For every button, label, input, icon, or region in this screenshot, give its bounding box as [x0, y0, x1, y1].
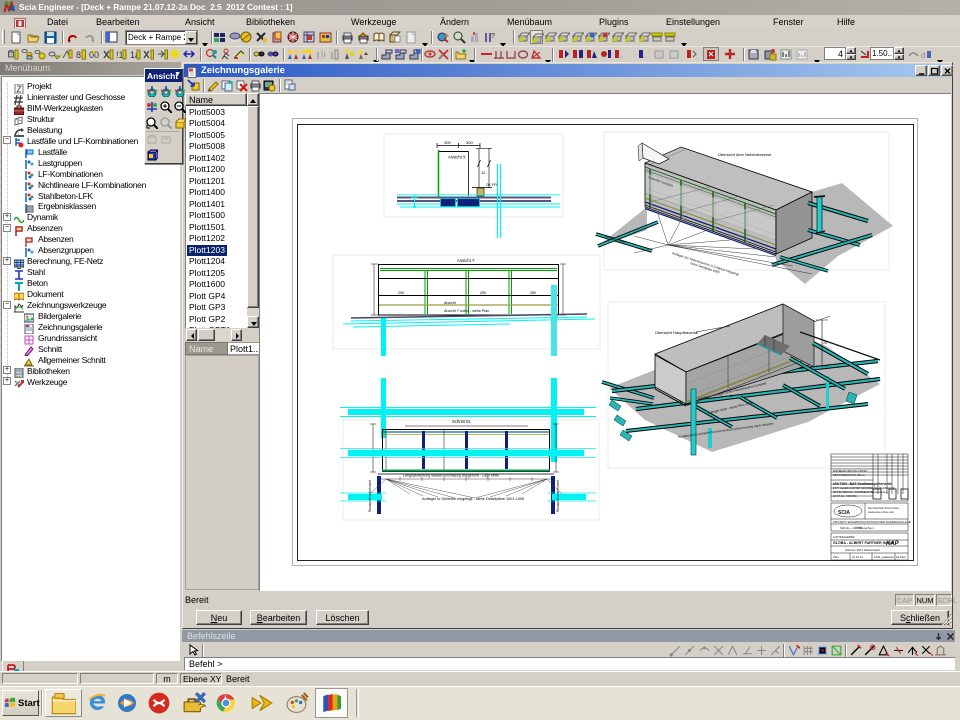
- svg-text:Ansicht X: Ansicht X: [448, 155, 466, 160]
- svg-text:Übersicht über Nebentraverse: Übersicht über Nebentraverse: [718, 152, 772, 157]
- svg-text:Übersicht Haupttraverse: Übersicht Haupttraverse: [655, 330, 699, 335]
- svg-text:!1: !1: [116, 50, 124, 60]
- svg-text:.: .: [620, 53, 622, 60]
- svg-text:250: 250: [398, 291, 404, 295]
- svg-text:GLOBA - ALBERT PARTNER GmbH: GLOBA - ALBERT PARTNER GmbH: [833, 541, 894, 545]
- svg-text:1203_mjakulore: 1203_mjakulore: [874, 555, 894, 559]
- svg-text:d: d: [921, 51, 925, 60]
- svg-text:KAP: KAP: [886, 541, 900, 547]
- svg-text:250: 250: [480, 291, 486, 295]
- svg-text:300: 300: [444, 140, 451, 145]
- svg-text:22.07.12 - GROSS: 22.07.12 - GROSS: [833, 494, 857, 498]
- svg-text:300: 300: [466, 140, 473, 145]
- svg-text:250: 250: [530, 291, 536, 295]
- svg-text:Längsabdichtung wasserdurchläs: Längsabdichtung wasserdurchlässig ausgef…: [403, 474, 499, 478]
- svg-text:Plan: Plan: [833, 555, 839, 559]
- svg-text:www.scia-online.com: www.scia-online.com: [868, 510, 895, 514]
- svg-text:Ansicht: Ansicht: [444, 301, 456, 305]
- svg-text:12: 12: [481, 170, 486, 175]
- svg-text:28: 28: [823, 341, 827, 345]
- svg-text:AUFTRAGGEBER: AUFTRAGGEBER: [833, 535, 855, 539]
- svg-text:Randprofil einbetoniert: Randprofil einbetoniert: [368, 480, 372, 512]
- svg-text:Schloss 1547 Rastenwald: Schloss 1547 Rastenwald: [845, 548, 880, 552]
- svg-text:8: 8: [76, 50, 81, 60]
- svg-text:Schnitt 01: Schnitt 01: [452, 419, 471, 424]
- svg-text:Ansicht Y: Ansicht Y: [457, 258, 475, 263]
- svg-text:.: .: [644, 53, 646, 60]
- svg-text:Stand: Stand: [855, 526, 862, 530]
- svg-text:Auflager in Ortbeton eingelegt: Auflager in Ortbeton eingelegt - siehe D…: [422, 497, 524, 501]
- svg-text:21.07.12: 21.07.12: [852, 555, 863, 559]
- svg-text:Randprofil einbetoniert: Randprofil einbetoniert: [556, 480, 560, 512]
- svg-text:SCIA: SCIA: [838, 510, 850, 516]
- svg-text:?: ?: [491, 33, 495, 40]
- svg-text:BETONDECKUNG 35mm: BETONDECKUNG 35mm: [833, 473, 866, 477]
- svg-text:2a-Plott: 2a-Plott: [896, 555, 906, 559]
- svg-text:PROJEKT ERLEBNISGASTRONOMIE RA: PROJEKT ERLEBNISGASTRONOMIE RAMPENANLAGE: [833, 520, 911, 524]
- svg-text:i: i: [324, 52, 326, 59]
- svg-text:Ansicht Y unten - siehe Plan: Ansicht Y unten - siehe Plan: [444, 309, 489, 313]
